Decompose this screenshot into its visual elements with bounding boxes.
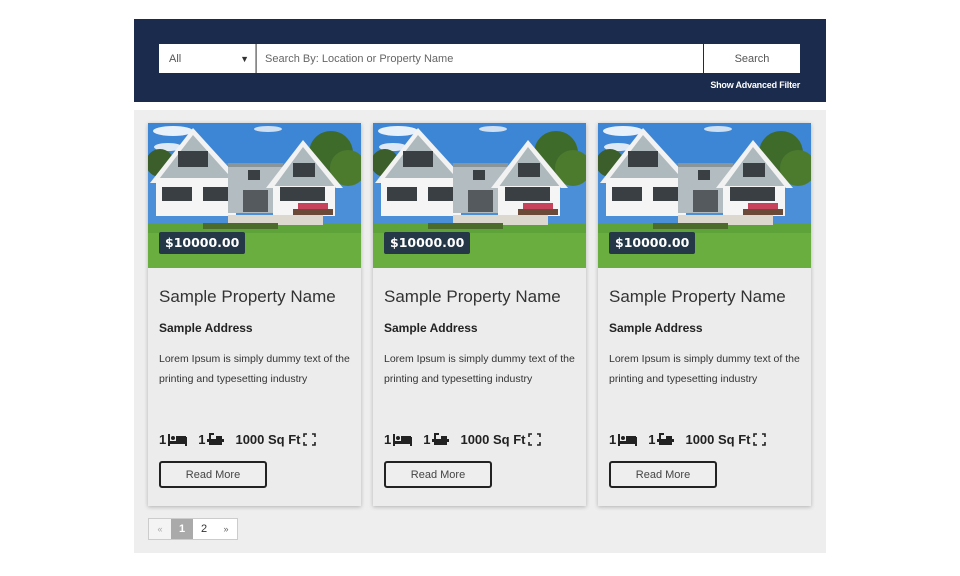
bath-count: 1 [648, 432, 656, 447]
area-icon [302, 433, 316, 446]
category-select-value: All [169, 52, 182, 65]
property-description: Lorem Ipsum is simply dummy text of the … [159, 353, 350, 385]
bath-icon [207, 433, 225, 445]
property-description: Lorem Ipsum is simply dummy text of the … [609, 353, 800, 385]
category-select[interactable]: All ▼ [159, 44, 256, 73]
area-value: 1000 Sq Ft [460, 432, 526, 447]
property-name[interactable]: Sample Property Name [384, 287, 561, 307]
property-card: $10000.00 Sample Property Name Sample Ad… [373, 123, 586, 506]
area-icon [527, 433, 541, 446]
bed-count: 1 [609, 432, 617, 447]
bed-icon [168, 433, 188, 446]
search-bar: All ▼ Search Show Advanced Filter [134, 19, 826, 102]
property-features: 1 1 1000 Sq Ft [159, 432, 327, 447]
pagination-next[interactable]: » [215, 519, 237, 539]
property-name[interactable]: Sample Property Name [609, 287, 786, 307]
read-more-button[interactable]: Read More [159, 461, 267, 488]
property-address: Sample Address [384, 321, 478, 335]
bath-icon [657, 433, 675, 445]
property-card: $10000.00 Sample Property Name Sample Ad… [598, 123, 811, 506]
bed-count: 1 [159, 432, 167, 447]
property-image[interactable]: $10000.00 [598, 123, 811, 268]
pagination-prev[interactable]: « [149, 519, 171, 539]
bath-count: 1 [423, 432, 431, 447]
area-value: 1000 Sq Ft [235, 432, 301, 447]
search-input[interactable] [256, 44, 703, 73]
show-advanced-filter-link[interactable]: Show Advanced Filter [710, 80, 800, 90]
pagination-page-1[interactable]: 1 [171, 519, 193, 539]
property-features: 1 1 1000 Sq Ft [609, 432, 777, 447]
caret-down-icon: ▼ [240, 54, 249, 64]
property-card: $10000.00 Sample Property Name Sample Ad… [148, 123, 361, 506]
bath-icon [432, 433, 450, 445]
bed-icon [393, 433, 413, 446]
property-address: Sample Address [609, 321, 703, 335]
area-icon [752, 433, 766, 446]
read-more-button[interactable]: Read More [384, 461, 492, 488]
property-image[interactable]: $10000.00 [373, 123, 586, 268]
search-button[interactable]: Search [704, 44, 800, 73]
bath-count: 1 [198, 432, 206, 447]
price-badge: $10000.00 [609, 232, 696, 254]
property-features: 1 1 1000 Sq Ft [384, 432, 552, 447]
listings-container: $10000.00 Sample Property Name Sample Ad… [134, 110, 826, 553]
bed-count: 1 [384, 432, 392, 447]
area-value: 1000 Sq Ft [685, 432, 751, 447]
property-image[interactable]: $10000.00 [148, 123, 361, 268]
read-more-button[interactable]: Read More [609, 461, 717, 488]
bed-icon [618, 433, 638, 446]
property-address: Sample Address [159, 321, 253, 335]
price-badge: $10000.00 [159, 232, 246, 254]
property-name[interactable]: Sample Property Name [159, 287, 336, 307]
price-badge: $10000.00 [384, 232, 471, 254]
property-description: Lorem Ipsum is simply dummy text of the … [384, 353, 575, 385]
pagination-page-2[interactable]: 2 [193, 519, 215, 539]
pagination: « 1 2 » [148, 518, 238, 540]
